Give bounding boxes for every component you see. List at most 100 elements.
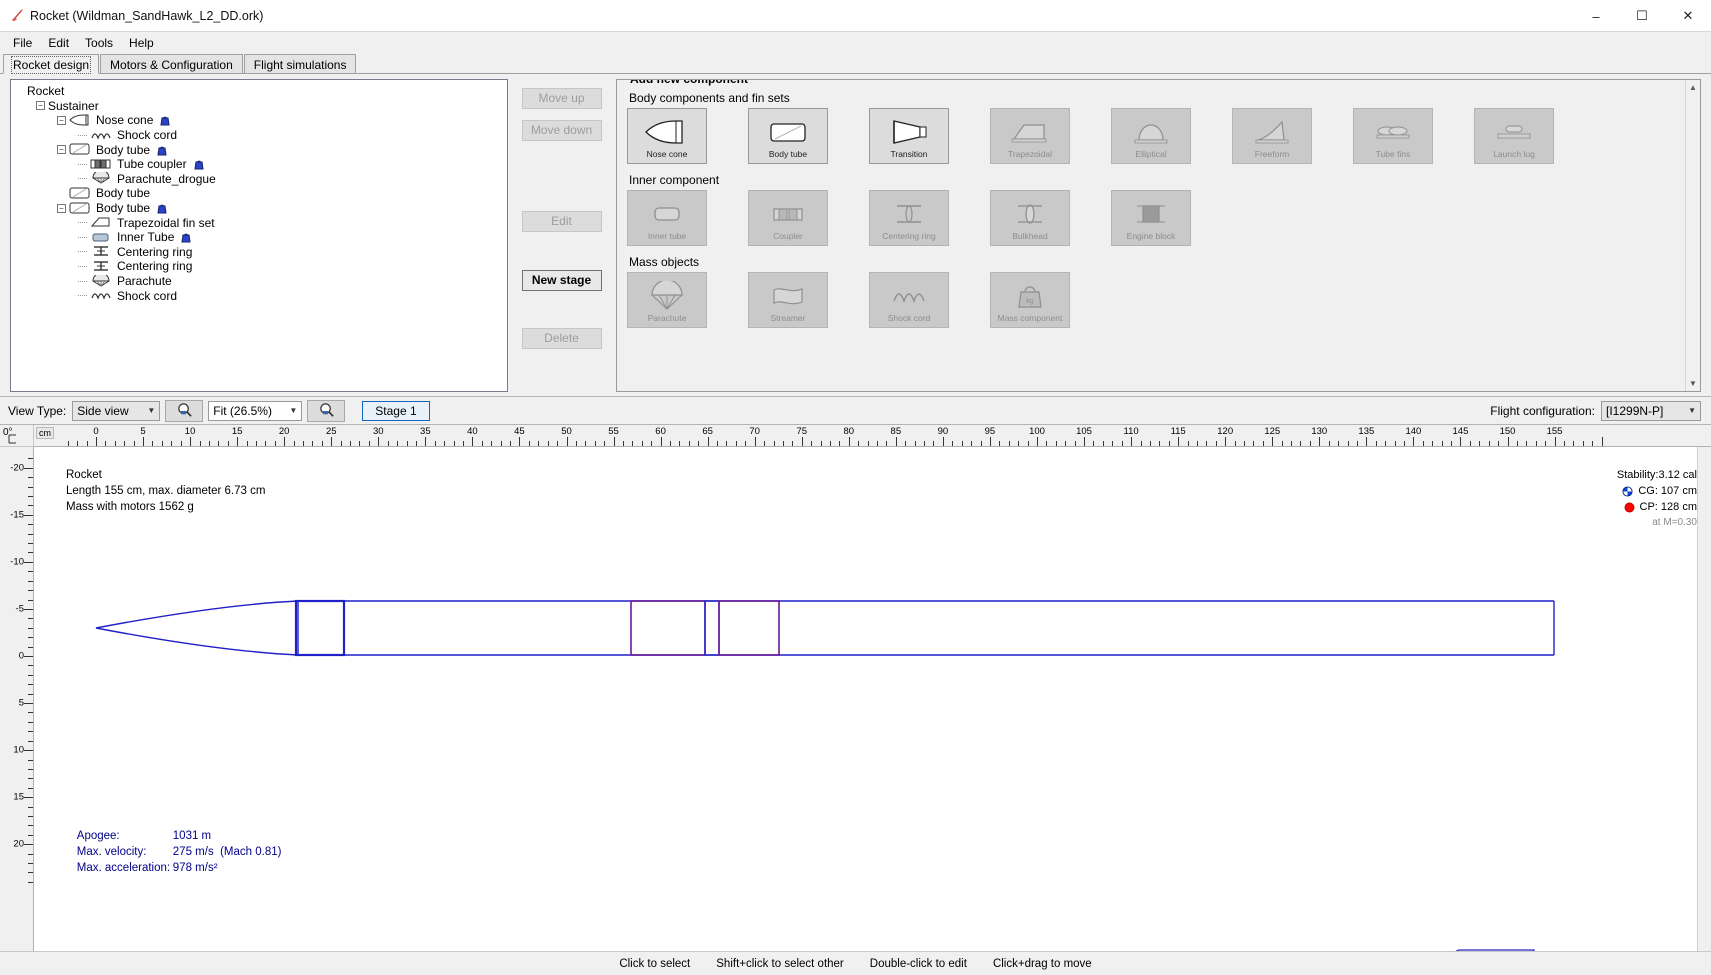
add-transition-button[interactable]: Transition xyxy=(869,108,949,164)
flight-configuration-select[interactable]: [I1299N-P] ▼ xyxy=(1601,400,1701,421)
add-component-scrollbar[interactable]: ▲ ▼ xyxy=(1685,80,1700,391)
tab-rocket-design[interactable]: Rocket design xyxy=(3,54,100,74)
maximize-button[interactable]: ☐ xyxy=(1619,0,1665,32)
new-stage-button[interactable]: New stage xyxy=(521,270,602,291)
ruler-tick xyxy=(764,441,766,446)
diagram-vertical-scrollbar[interactable] xyxy=(1697,447,1711,951)
scroll-down-arrow[interactable]: ▼ xyxy=(1686,376,1700,391)
tree-node-centering-ring[interactable]: Centering ring xyxy=(15,245,507,260)
scroll-up-arrow[interactable]: ▲ xyxy=(1686,80,1700,95)
add-nose-cone-button[interactable]: Nose cone xyxy=(627,108,707,164)
ruler-label: 80 xyxy=(843,426,855,437)
zoom-level-select[interactable]: Fit (26.5%) ▼ xyxy=(208,400,303,421)
ruler-tick xyxy=(96,437,97,446)
move-down-button[interactable]: Move down xyxy=(521,120,602,141)
tree-node-tube-coupler[interactable]: Tube coupler xyxy=(15,157,507,172)
ruler-tick xyxy=(867,441,869,446)
zoom-in-button[interactable] xyxy=(307,399,346,422)
tree-node-sustainer[interactable]: − Sustainer xyxy=(15,99,507,114)
ruler-tick xyxy=(350,441,352,446)
ruler-label: 125 xyxy=(1264,426,1281,437)
ruler-tick xyxy=(453,441,455,446)
ruler-label: 30 xyxy=(373,426,384,437)
ruler-tick xyxy=(378,437,380,446)
ruler-label: 5 xyxy=(140,426,146,437)
component-button-label: Trapezoidal xyxy=(1007,149,1053,159)
ruler-tick xyxy=(1563,441,1565,446)
ruler-tick xyxy=(1159,441,1161,446)
component-button-label: Inner tube xyxy=(647,231,687,241)
ruler-tick xyxy=(67,441,69,446)
component-tree-panel[interactable]: Rocket − Sustainer − Nose cone Shock cord − Bod… xyxy=(10,79,508,392)
ruler-tick xyxy=(1168,441,1170,446)
ruler-tick xyxy=(1074,441,1076,446)
ruler-tick xyxy=(538,441,540,446)
edit-button[interactable]: Edit xyxy=(521,211,602,232)
tree-node-nose-cone[interactable]: − Nose cone xyxy=(15,113,507,128)
ruler-tick xyxy=(1554,437,1556,446)
ruler-tick xyxy=(782,441,784,446)
ruler-tick xyxy=(425,437,427,446)
tree-node-shock-cord[interactable]: Shock cord xyxy=(15,288,507,303)
delete-button[interactable]: Delete xyxy=(521,328,602,349)
component-tree[interactable]: Rocket − Sustainer − Nose cone Shock cord − Bod… xyxy=(11,80,507,303)
ruler-tick xyxy=(1526,441,1528,446)
tree-node-label: Body tube xyxy=(96,186,151,201)
close-button[interactable]: ✕ xyxy=(1665,0,1711,32)
tree-node-body-tube[interactable]: − Body tube xyxy=(15,142,507,157)
ruler-tick xyxy=(500,441,502,446)
ruler-tick xyxy=(829,441,831,446)
vruler-tick xyxy=(28,458,33,460)
rocket-diagram-panel[interactable]: 0° 0 5 10 15 20 25 30 35 40 45 50 55 60 65 70 75 80 85 90 9… xyxy=(0,424,1711,951)
bulkhead-icon xyxy=(991,197,1069,231)
coupler-icon xyxy=(749,197,827,231)
ruler-unit-label[interactable]: cm xyxy=(36,427,54,439)
tree-collapse-icon[interactable]: − xyxy=(57,115,66,125)
menu-edit[interactable]: Edit xyxy=(40,34,77,52)
ruler-label: 95 xyxy=(984,426,996,437)
tab-flight-simulations[interactable]: Flight simulations xyxy=(243,54,357,73)
add-body-tube-button[interactable]: Body tube xyxy=(748,108,828,164)
ruler-tick xyxy=(1272,437,1274,446)
tree-node-shock-cord[interactable]: Shock cord xyxy=(15,128,507,143)
component-button-label: Freeform xyxy=(1254,149,1290,159)
ruler-tick xyxy=(1356,441,1358,446)
ruler-label: 60 xyxy=(655,426,666,437)
tree-collapse-icon[interactable]: − xyxy=(57,145,66,155)
vruler-tick xyxy=(28,806,33,808)
engine-block-icon xyxy=(1112,197,1190,231)
component-button-label: Tube fins xyxy=(1375,149,1411,159)
menu-tools[interactable]: Tools xyxy=(77,34,121,52)
minimize-button[interactable]: – xyxy=(1573,0,1619,32)
vruler-label: -5 xyxy=(15,603,24,615)
chevron-down-icon: ▼ xyxy=(147,406,156,415)
tree-node-parachute[interactable]: Parachute xyxy=(15,272,507,289)
view-control-bar: View Type: Side view ▼ Fit (26.5%) ▼ Sta… xyxy=(0,396,1711,424)
menu-help[interactable]: Help xyxy=(121,34,162,52)
stage-1-button[interactable]: Stage 1 xyxy=(362,400,430,421)
streamer-icon xyxy=(749,279,827,313)
tab-motors-configuration[interactable]: Motors & Configuration xyxy=(100,54,243,73)
zoom-out-button[interactable] xyxy=(165,399,204,422)
tree-node-body-tube[interactable]: Body tube xyxy=(15,186,507,201)
move-up-button[interactable]: Move up xyxy=(521,88,602,109)
hint-shift-click: Shift+click to select other xyxy=(716,957,844,970)
status-bar: Click to select Shift+click to select ot… xyxy=(0,951,1711,975)
view-type-select[interactable]: Side view ▼ xyxy=(72,400,161,421)
tree-node-parachute-drogue[interactable]: Parachute_drogue xyxy=(15,169,507,187)
tree-node-rocket[interactable]: Rocket xyxy=(15,84,507,99)
tree-node-inner-tube[interactable]: Inner Tube xyxy=(15,230,507,245)
tree-node-body-tube[interactable]: − Body tube xyxy=(15,201,507,216)
tree-collapse-icon[interactable]: − xyxy=(36,101,45,111)
tree-node-centering-ring[interactable]: Centering ring xyxy=(15,259,507,274)
menu-file[interactable]: File xyxy=(5,34,40,52)
tree-node-trapezoidal-fin-set[interactable]: Trapezoidal fin set xyxy=(15,215,507,230)
ruler-tick xyxy=(1441,441,1443,446)
add-engine-block-button: Engine block xyxy=(1111,190,1191,246)
rocket-side-view[interactable] xyxy=(34,447,1697,951)
ruler-tick xyxy=(462,441,464,446)
vruler-tick xyxy=(28,590,33,592)
ruler-tick xyxy=(961,441,963,446)
tree-collapse-icon[interactable]: − xyxy=(57,203,66,213)
ruler-tick xyxy=(444,441,446,446)
